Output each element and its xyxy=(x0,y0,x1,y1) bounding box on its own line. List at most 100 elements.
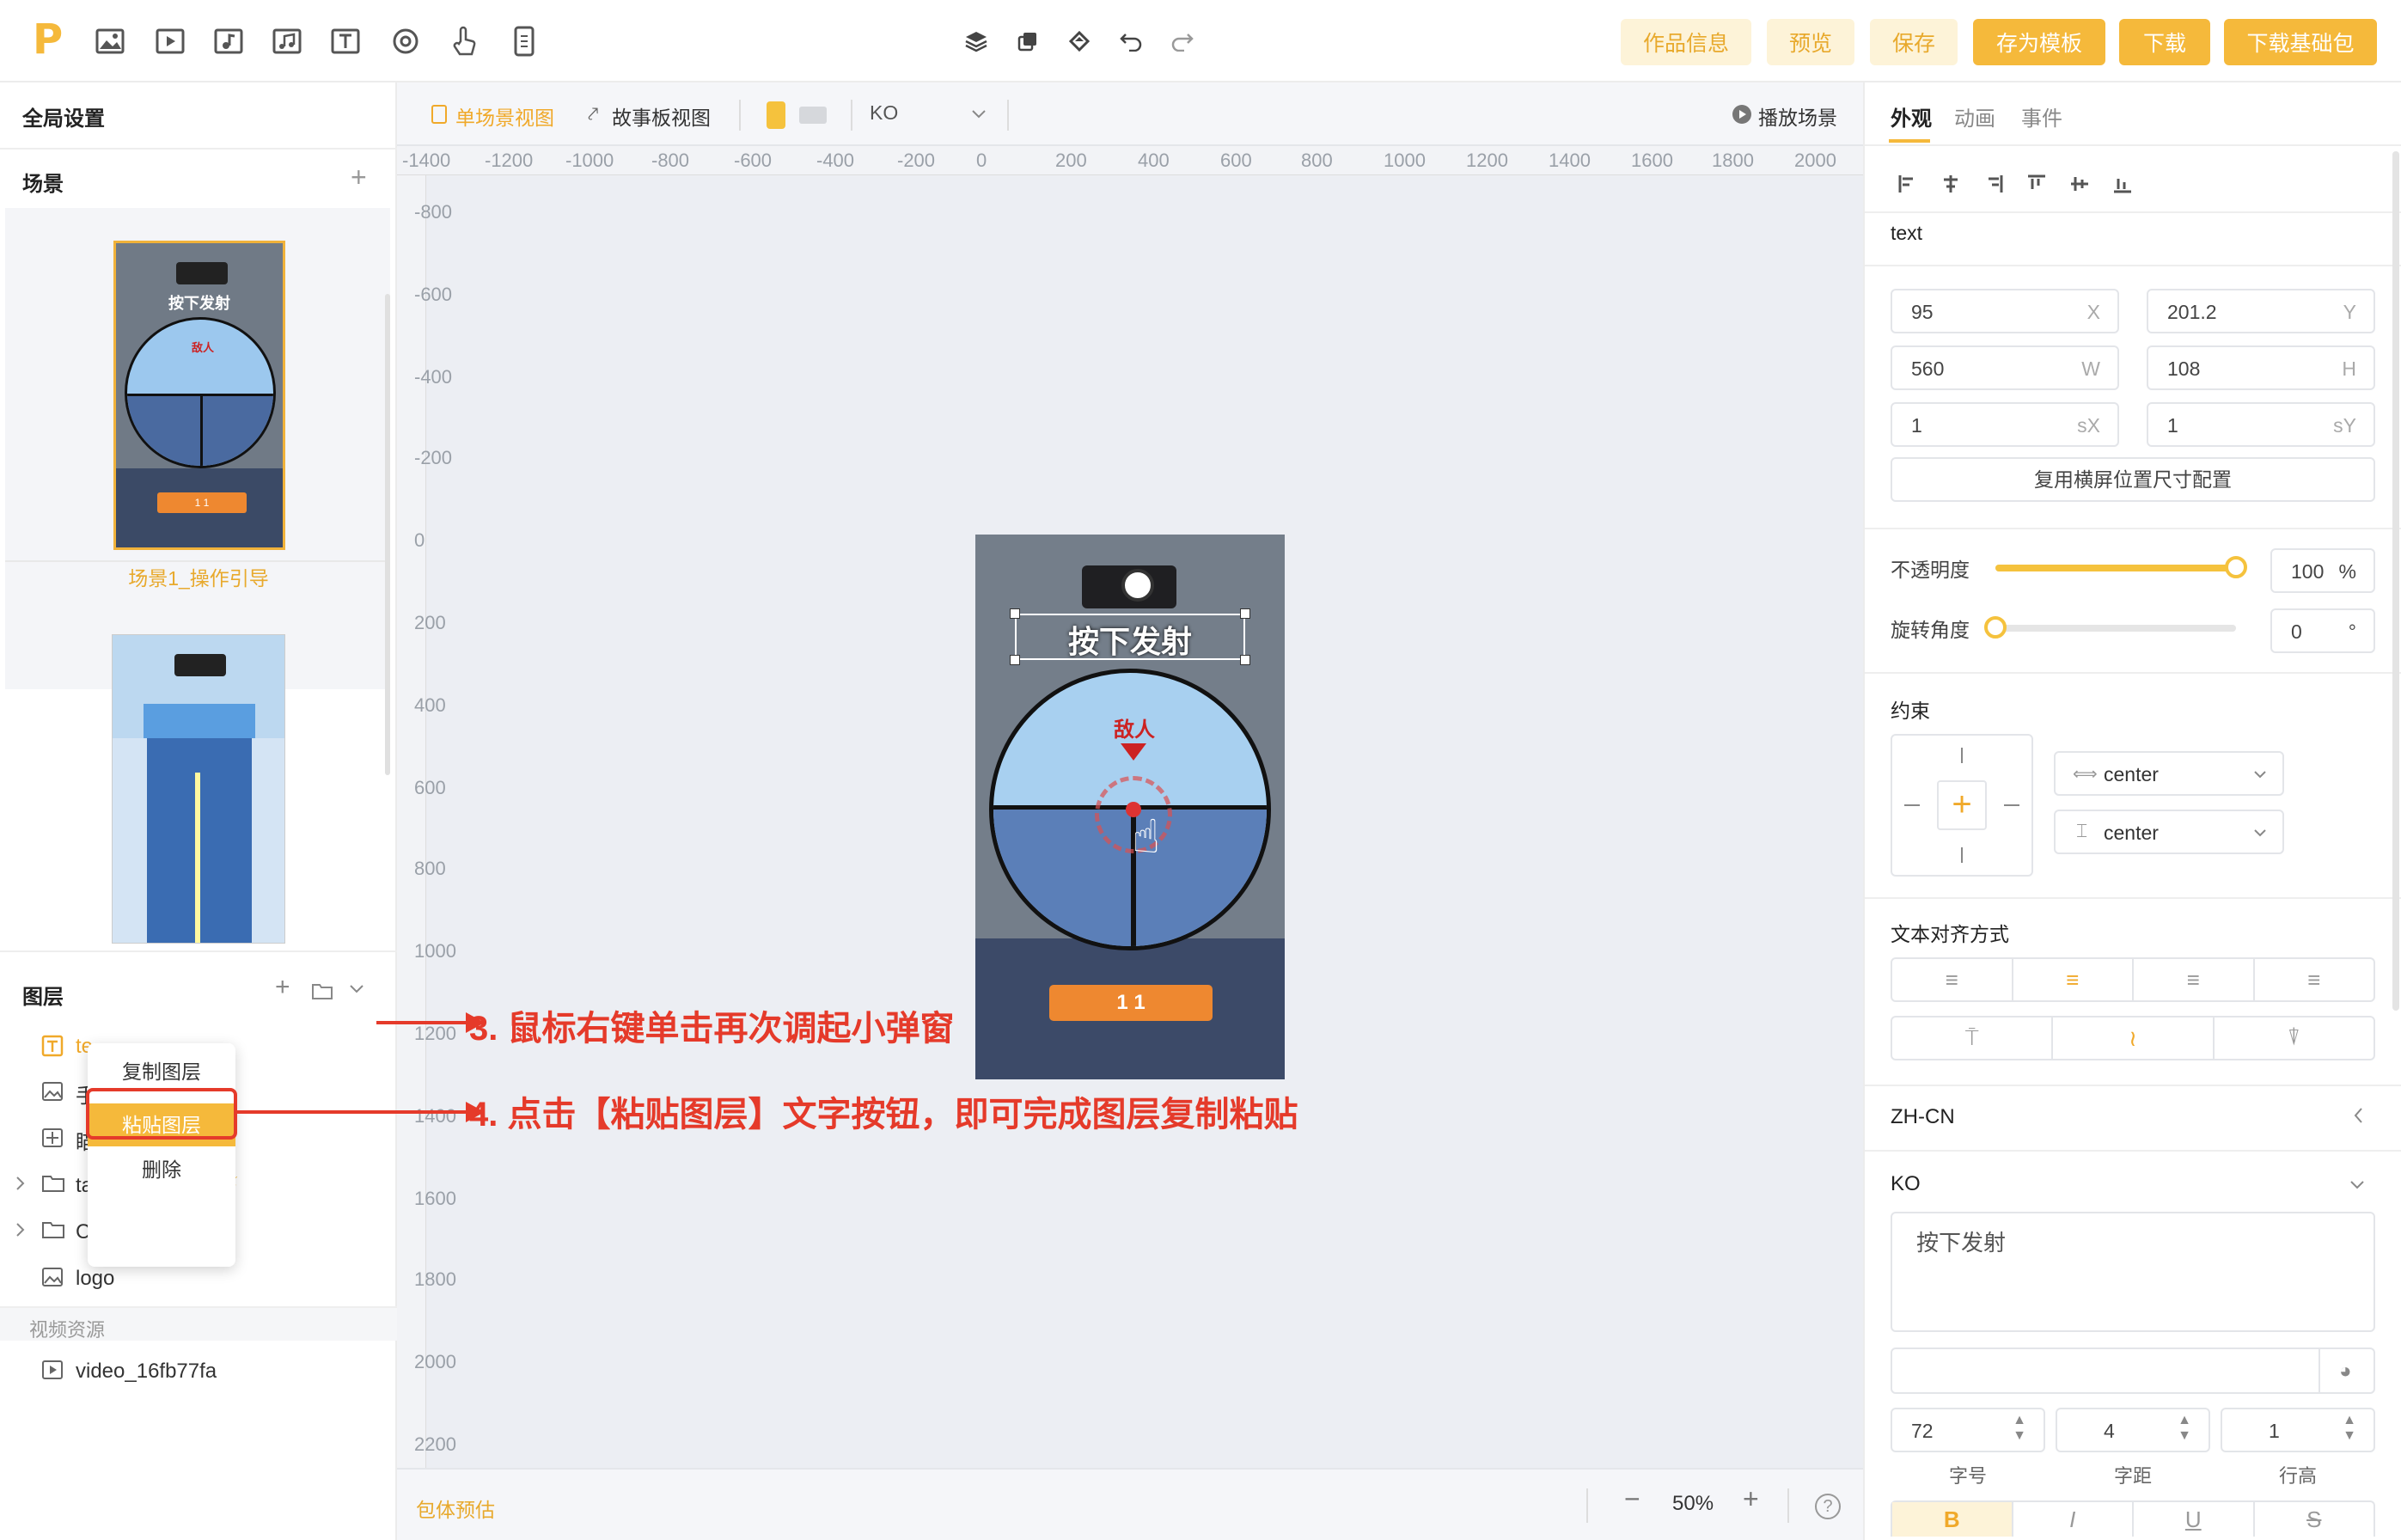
w-field[interactable]: 560 W xyxy=(1891,345,2119,390)
video-item[interactable]: video_16fb77fa xyxy=(76,1354,217,1389)
lang-ko-section[interactable]: KO xyxy=(1891,1172,1921,1196)
chevron-down-icon[interactable] xyxy=(349,983,364,999)
text-color-input[interactable]: ◕ xyxy=(1891,1348,2375,1394)
opacity-slider-fill xyxy=(1995,565,2236,571)
music-icon[interactable] xyxy=(270,24,304,58)
align-vcenter-icon[interactable] xyxy=(2069,174,2090,199)
cta-button[interactable]: 1 1 xyxy=(1049,985,1213,1021)
scene1-label[interactable]: 场景1_操作引导 xyxy=(0,562,397,591)
align-left-icon[interactable] xyxy=(1897,174,1918,199)
image-icon[interactable] xyxy=(93,24,127,58)
selection-box[interactable] xyxy=(1015,614,1245,660)
line-height-stepper[interactable]: 1 ▲ ▼ xyxy=(2221,1408,2375,1452)
align-text-right-button[interactable]: ≡ xyxy=(2134,959,2255,1000)
save-template-button[interactable]: 存为模板 xyxy=(1973,19,2105,65)
undo-icon[interactable] xyxy=(1114,24,1148,58)
copy-icon[interactable] xyxy=(1011,24,1045,58)
download-button[interactable]: 下载 xyxy=(2119,19,2210,65)
add-layer-icon[interactable]: + xyxy=(275,973,290,1002)
valign-top-button[interactable]: ⍑ xyxy=(1892,1018,2054,1059)
paint-icon[interactable] xyxy=(1062,24,1097,58)
align-bottom-icon[interactable] xyxy=(2112,174,2133,199)
align-text-center-button[interactable]: ≡ xyxy=(2013,959,2134,1000)
shape-icon[interactable] xyxy=(388,24,423,58)
opacity-slider-knob[interactable] xyxy=(2225,556,2247,578)
x-field[interactable]: 95 X xyxy=(1891,289,2119,333)
rotation-slider-track[interactable] xyxy=(1984,616,2236,639)
tab-appearance[interactable]: 外观 xyxy=(1891,101,1932,131)
copy-layer-menu-item[interactable]: 复制图层 xyxy=(88,1055,235,1085)
download-base-button[interactable]: 下载基础包 xyxy=(2224,19,2377,65)
text-content-input[interactable]: 按下发射 xyxy=(1891,1212,2375,1332)
lang-zh-section[interactable]: ZH-CN xyxy=(1891,1105,1955,1129)
font-size-stepper[interactable]: 72 ▲ ▼ xyxy=(1891,1408,2045,1452)
landscape-toggle[interactable] xyxy=(799,107,827,124)
reuse-landscape-button[interactable]: 复用横屏位置尺寸配置 xyxy=(1891,457,2375,502)
audio-icon[interactable] xyxy=(211,24,246,58)
constraint-v-select[interactable]: ⌶ center xyxy=(2054,810,2284,854)
align-text-left-button[interactable]: ≡ xyxy=(1892,959,2013,1000)
valign-bottom-button[interactable]: ⍒ xyxy=(2215,1018,2374,1059)
game-canvas[interactable]: 按下发射 敌人 ☝ 1 1 xyxy=(975,535,1285,1079)
bold-button[interactable]: B xyxy=(1892,1502,2013,1537)
strikethrough-button[interactable]: S xyxy=(2255,1502,2374,1537)
global-settings[interactable]: 全局设置 xyxy=(22,101,105,131)
properties-scrollbar[interactable] xyxy=(2392,151,2399,1011)
h-field[interactable]: 108 H xyxy=(2147,345,2375,390)
italic-button[interactable]: I xyxy=(2013,1502,2134,1537)
align-text-justify-button[interactable]: ≡ xyxy=(2255,959,2374,1000)
constraint-center-icon[interactable]: + xyxy=(1937,780,1987,830)
arrow-step3 xyxy=(376,1021,471,1024)
align-hcenter-icon[interactable] xyxy=(1940,174,1961,199)
rotate-handle-icon[interactable] xyxy=(1121,569,1154,602)
portrait-toggle[interactable] xyxy=(767,101,785,129)
language-select[interactable]: KO xyxy=(870,101,898,125)
chevron-left-icon[interactable] xyxy=(2353,1107,2363,1128)
layers-icon[interactable] xyxy=(959,24,993,58)
text-icon[interactable] xyxy=(328,24,363,58)
expand-target-icon[interactable] xyxy=(15,1176,26,1195)
chevron-down-icon[interactable] xyxy=(2349,1179,2365,1195)
expand-cta-icon[interactable] xyxy=(15,1222,26,1242)
add-scene-icon[interactable]: + xyxy=(351,162,367,193)
preview-button[interactable]: 预览 xyxy=(1767,19,1854,65)
scene1-thumbnail[interactable]: 按下发射 敌人 1 1 xyxy=(113,241,285,550)
storyboard-view-tab[interactable]: 故事板视图 xyxy=(612,101,711,131)
layer-item-logo[interactable]: logo xyxy=(76,1262,114,1296)
folder-icon[interactable] xyxy=(311,981,333,1005)
play-icon[interactable] xyxy=(1732,105,1751,124)
align-top-icon[interactable] xyxy=(2026,174,2047,199)
y-field[interactable]: 201.2 Y xyxy=(2147,289,2375,333)
device-icon[interactable] xyxy=(507,24,541,58)
chevron-down-icon[interactable] xyxy=(971,108,987,124)
underline-button[interactable]: U xyxy=(2134,1502,2255,1537)
top-toolbar: P 作品信息 预览 保存 存为模板 下载 下载基础包 xyxy=(0,0,2401,82)
scale-x-field[interactable]: 1 sX xyxy=(1891,402,2119,447)
rotation-slider-knob[interactable] xyxy=(1984,616,2007,639)
letter-spacing-stepper[interactable]: 4 ▲ ▼ xyxy=(2056,1408,2210,1452)
gesture-icon[interactable] xyxy=(447,24,481,58)
single-scene-view-tab[interactable]: 单场景视图 xyxy=(455,101,554,131)
redo-icon[interactable] xyxy=(1165,24,1200,58)
package-estimate-link[interactable]: 包体预估 xyxy=(416,1494,495,1523)
opacity-input[interactable]: 100% xyxy=(2270,548,2375,593)
work-info-button[interactable]: 作品信息 xyxy=(1621,19,1751,65)
tab-events[interactable]: 事件 xyxy=(2021,101,2062,131)
scene2-thumbnail[interactable] xyxy=(112,634,285,944)
save-button[interactable]: 保存 xyxy=(1870,19,1958,65)
play-scene-button[interactable]: 播放场景 xyxy=(1758,101,1837,131)
video-icon[interactable] xyxy=(153,24,187,58)
valign-middle-button[interactable]: ≀ xyxy=(2053,1018,2215,1059)
delete-layer-menu-item[interactable]: 删除 xyxy=(88,1153,235,1182)
rotation-input[interactable]: 0 ° xyxy=(2270,608,2375,653)
help-icon[interactable]: ? xyxy=(1815,1494,1841,1519)
scale-y-field[interactable]: 1 sY xyxy=(2147,402,2375,447)
zoom-in-button[interactable]: + xyxy=(1743,1483,1759,1515)
constraint-h-select[interactable]: ⟺ center xyxy=(2054,751,2284,796)
opacity-slider-track[interactable] xyxy=(1995,556,2247,578)
tab-animation[interactable]: 动画 xyxy=(1954,101,1995,131)
zoom-out-button[interactable]: − xyxy=(1624,1483,1640,1515)
align-right-icon[interactable] xyxy=(1983,174,2004,199)
constraint-widget[interactable]: + xyxy=(1891,734,2033,877)
scene-scrollbar[interactable] xyxy=(385,294,390,775)
